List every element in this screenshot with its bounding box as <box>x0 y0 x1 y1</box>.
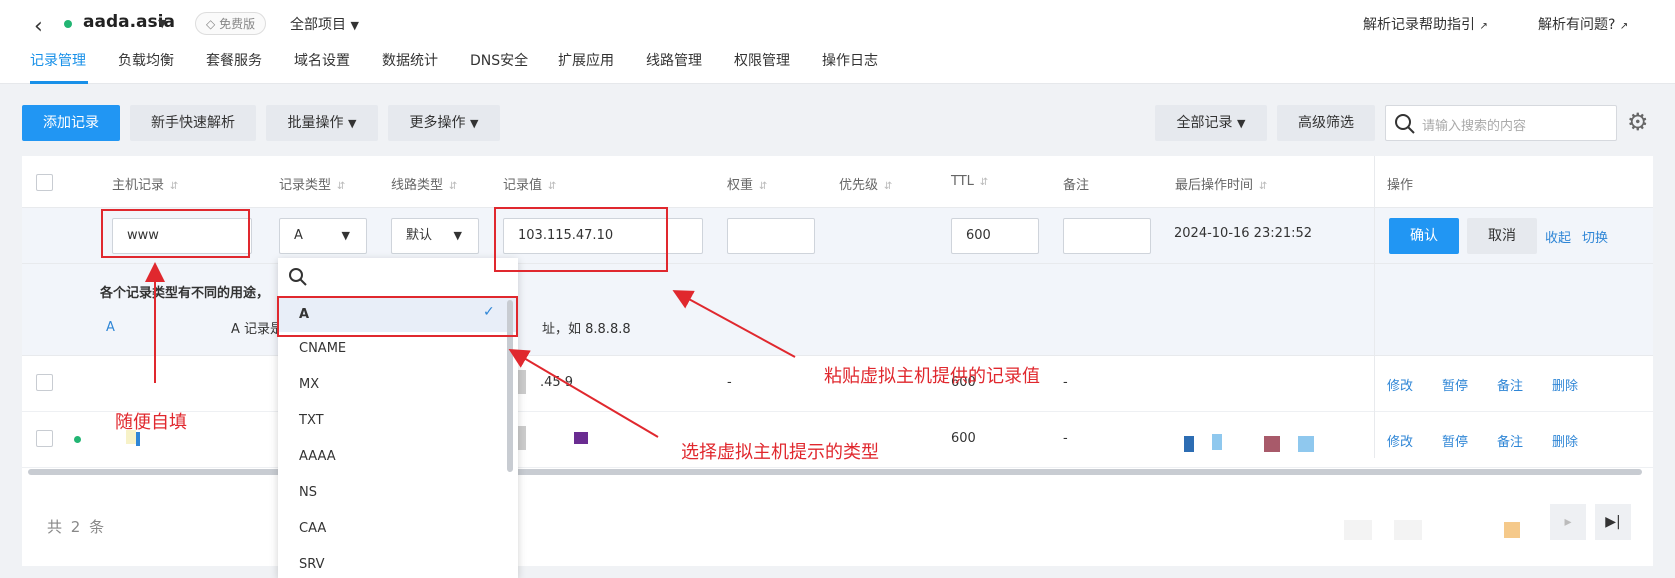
arrow-to-type <box>508 348 659 438</box>
arrow-to-value <box>672 290 796 358</box>
annotation-arrows <box>145 262 796 438</box>
